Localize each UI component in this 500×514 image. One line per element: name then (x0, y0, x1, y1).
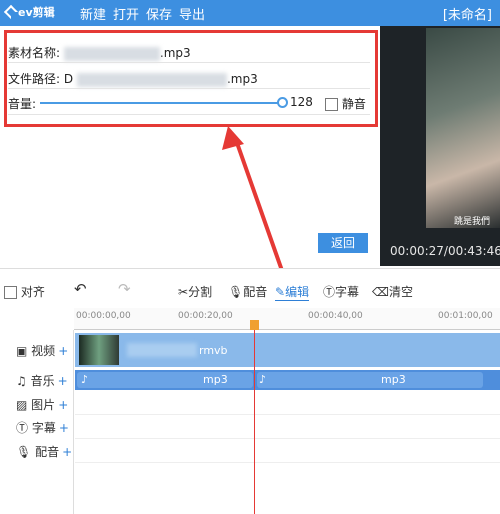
menu-new[interactable]: 新建 (80, 4, 106, 23)
timeline-tracks: rmvb ♪ mp3 ♪ mp3 (75, 330, 500, 514)
track-dub[interactable]: 🎙 配音 + (16, 443, 72, 460)
redo-icon[interactable]: ↷ (118, 280, 131, 298)
playhead-line[interactable] (254, 320, 255, 514)
add-music-icon[interactable]: + (58, 374, 68, 388)
mic-icon: 🎙 (16, 445, 32, 459)
ev-logo-icon (3, 4, 19, 20)
ruler-tick: 00:00:40,00 (308, 311, 363, 321)
audio-clip-name: mp3 (203, 373, 228, 386)
edit-button[interactable]: ✎编辑 (275, 283, 310, 301)
ruler-tick: 00:01:00,00 (438, 311, 493, 321)
track-caption[interactable]: Ⓣ 字幕 + (16, 419, 69, 436)
eraser-icon: ⌫ (372, 285, 389, 299)
video-icon: ▣ (16, 344, 28, 358)
undo-icon[interactable]: ↶ (74, 280, 87, 298)
caption-icon: Ⓣ (323, 285, 336, 299)
mic-icon: 🎙 (228, 285, 244, 299)
add-dub-icon[interactable]: + (62, 445, 72, 459)
add-image-icon[interactable]: + (58, 398, 68, 412)
video-name-redacted (127, 343, 197, 357)
caption-icon: Ⓣ (16, 421, 29, 435)
timeline-toolbar: 对齐 ↶ ↷ ✂分割 🎙配音 ✎编辑 Ⓣ字幕 ⌫清空 (0, 268, 500, 308)
video-clip[interactable]: rmvb (75, 333, 500, 367)
preview-subtitle: 跳是我們 (454, 217, 491, 227)
project-title: [未命名] (442, 8, 492, 23)
track-labels: ▣ 视频 + ♫ 音乐 + ▨ 图片 + Ⓣ 字幕 + 🎙 配音 + (0, 330, 74, 514)
menu-save[interactable]: 保存 (146, 4, 172, 23)
back-button[interactable]: 返回 (318, 233, 368, 253)
note-icon: ♪ (81, 373, 89, 386)
audio-clip[interactable]: ♪ mp3 (77, 372, 253, 388)
clear-button[interactable]: ⌫清空 (372, 283, 413, 300)
music-track-lane: ♪ mp3 ♪ mp3 (75, 370, 500, 390)
track-divider (75, 438, 500, 439)
image-icon: ▨ (16, 398, 28, 412)
track-video[interactable]: ▣ 视频 + (16, 342, 68, 359)
audio-clip[interactable]: ♪ mp3 (257, 372, 483, 388)
track-divider (75, 462, 500, 463)
pencil-icon: ✎ (275, 285, 286, 299)
split-button[interactable]: ✂分割 (178, 283, 212, 300)
align-toggle[interactable]: 对齐 (4, 283, 45, 300)
video-frame (426, 28, 500, 228)
note-icon: ♪ (259, 373, 267, 386)
align-checkbox[interactable] (4, 286, 17, 299)
audio-clip-name: mp3 (381, 373, 406, 386)
annotation-highlight-box (4, 30, 378, 127)
menu-open[interactable]: 打开 (113, 4, 139, 23)
video-clip-thumbnail (79, 335, 119, 365)
track-divider (75, 414, 500, 415)
playhead-handle[interactable] (250, 320, 259, 330)
add-caption-icon[interactable]: + (59, 421, 69, 435)
music-icon: ♫ (16, 374, 27, 388)
menu-export[interactable]: 导出 (179, 4, 205, 23)
timeline-ruler[interactable]: 00:00:00,00 00:00:20,00 00:00:40,00 00:0… (74, 308, 500, 330)
track-music[interactable]: ♫ 音乐 + (16, 372, 68, 389)
app-logo: ev剪辑 (3, 4, 55, 20)
scissors-icon: ✂ (178, 285, 189, 299)
video-clip-name: rmvb (199, 344, 228, 357)
app-topbar: ev剪辑 新建 打开 保存 导出 [未命名] (0, 0, 500, 26)
ruler-tick: 00:00:20,00 (178, 311, 233, 321)
dub-button[interactable]: 🎙配音 (228, 283, 267, 300)
track-image[interactable]: ▨ 图片 + (16, 396, 68, 413)
ruler-tick: 00:00:00,00 (76, 311, 131, 321)
video-preview: 跳是我們 00:00:27/00:43:46 (380, 26, 500, 266)
caption-button[interactable]: Ⓣ字幕 (323, 283, 359, 300)
add-video-icon[interactable]: + (58, 344, 68, 358)
preview-timecode: 00:00:27/00:43:46 (390, 244, 500, 258)
